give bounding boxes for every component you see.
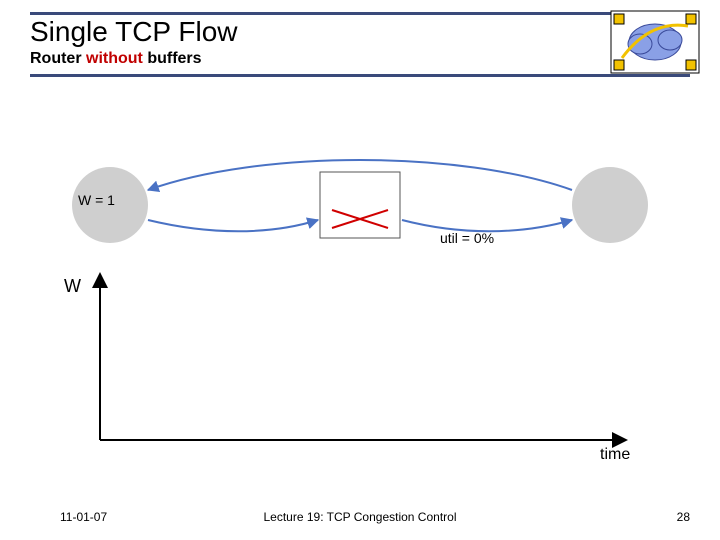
title-area: Single TCP Flow Router without buffers xyxy=(30,12,690,77)
network-diagram: W = 1 util = 0% xyxy=(60,150,660,260)
footer-page: 28 xyxy=(677,510,690,524)
footer-lecture: Lecture 19: TCP Congestion Control xyxy=(0,510,720,524)
logo xyxy=(610,10,700,74)
slide: Single TCP Flow Router without buffers xyxy=(0,0,720,540)
x-axis-label: time xyxy=(600,446,630,464)
y-axis-label: W xyxy=(64,276,81,297)
router-box-icon xyxy=(320,172,400,238)
data-arrow-1-icon xyxy=(148,220,318,231)
title-rule-top xyxy=(30,12,690,15)
subtitle-prefix: Router xyxy=(30,50,86,67)
slide-subtitle: Router without buffers xyxy=(30,50,690,68)
network-logo-icon xyxy=(610,10,700,74)
w-label: W = 1 xyxy=(78,192,115,208)
subtitle-highlight: without xyxy=(86,50,143,67)
plot-axes-icon xyxy=(60,270,660,470)
host-right-icon xyxy=(572,167,648,243)
title-rule-bottom xyxy=(30,74,690,77)
plot: W time xyxy=(60,270,660,470)
util-label: util = 0% xyxy=(440,230,494,246)
footer: 11-01-07 Lecture 19: TCP Congestion Cont… xyxy=(0,510,720,530)
slide-title: Single TCP Flow xyxy=(30,17,690,48)
subtitle-suffix: buffers xyxy=(143,50,202,67)
network-diagram-svg xyxy=(60,150,660,270)
